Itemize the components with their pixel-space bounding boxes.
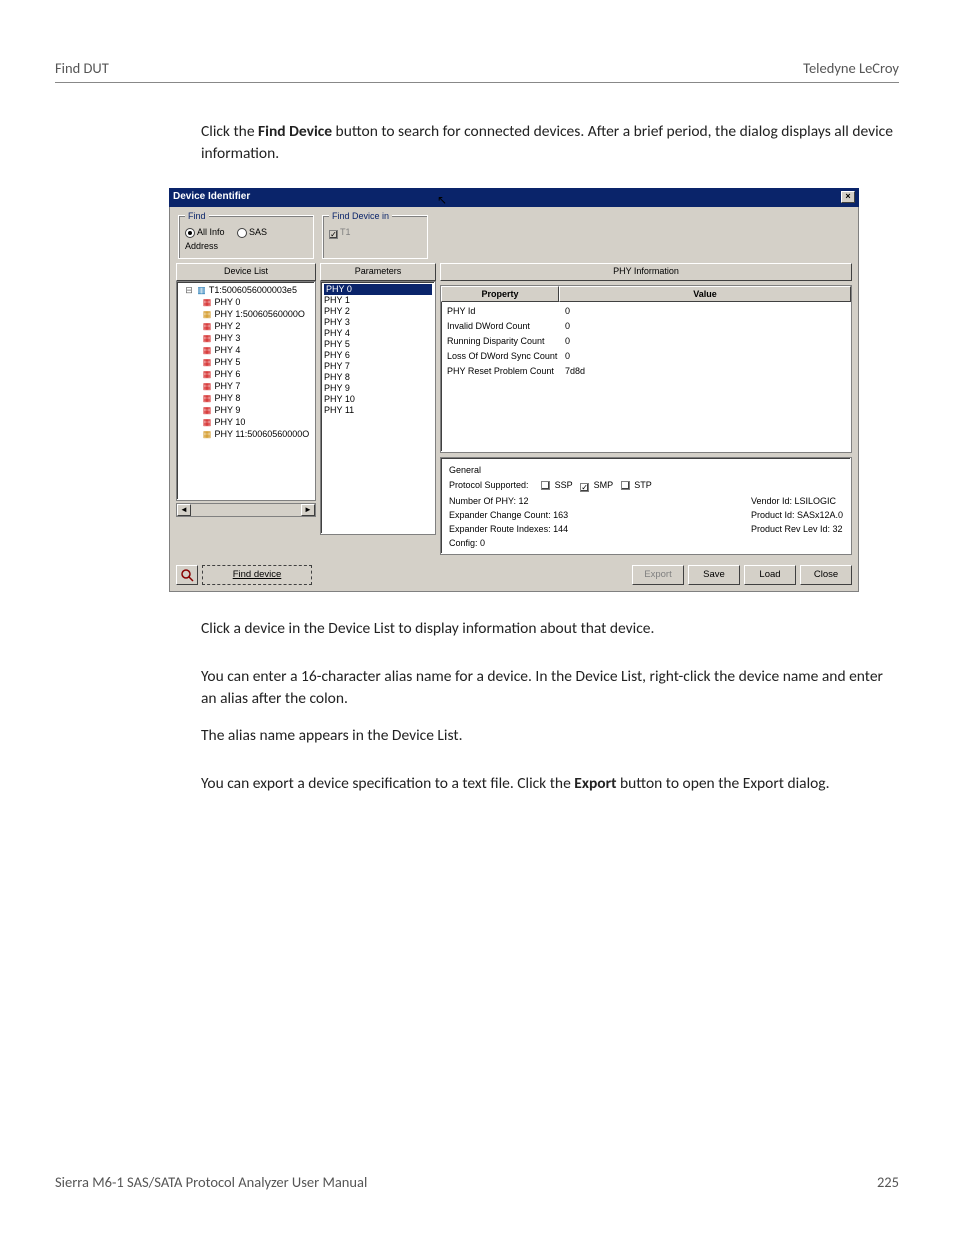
find-device-in-group: Find Device in T1 — [322, 215, 428, 258]
list-item[interactable]: PHY 11 — [324, 405, 432, 416]
list-item[interactable]: PHY 1 — [324, 295, 432, 306]
list-item[interactable]: PHY 5 — [324, 339, 432, 350]
close-icon[interactable]: × — [841, 191, 855, 203]
checkbox-stp[interactable] — [621, 481, 630, 490]
footer-page-number: 225 — [877, 1172, 899, 1193]
general-panel: General Protocol Supported: SSP SMP STP … — [440, 457, 852, 555]
parameters-list[interactable]: PHY 0 PHY 1 PHY 2 PHY 3 PHY 4 PHY 5 PHY … — [320, 281, 436, 535]
list-item[interactable]: PHY 0 — [324, 284, 432, 295]
header-right: Teledyne LeCroy — [803, 58, 899, 79]
list-item[interactable]: PHY 6 — [324, 350, 432, 361]
table-row: Invalid DWord Count0 — [447, 319, 845, 334]
dialog-titlebar: Device Identifier × — [169, 188, 859, 208]
value-column-header: Value — [559, 286, 851, 302]
checkbox-t1[interactable] — [329, 230, 338, 239]
table-row: Loss Of DWord Sync Count0 — [447, 349, 845, 364]
table-row: Running Disparity Count0 — [447, 334, 845, 349]
list-item[interactable]: PHY 10 — [324, 394, 432, 405]
device-list-header: Device List — [176, 263, 316, 281]
find-device-button[interactable]: Find device — [202, 565, 312, 585]
scroll-right-icon[interactable]: ► — [301, 504, 315, 516]
page-header: Find DUT Teledyne LeCroy — [55, 58, 899, 83]
list-item[interactable]: PHY 4 — [324, 328, 432, 339]
close-button[interactable]: Close — [800, 565, 852, 585]
find-in-legend: Find Device in — [329, 210, 392, 223]
phy-information-header: PHY Information — [440, 263, 852, 281]
parameters-header: Parameters — [320, 263, 436, 281]
page-footer: Sierra M6-1 SAS/SATA Protocol Analyzer U… — [55, 1172, 899, 1193]
export-button[interactable]: Export — [632, 565, 684, 585]
find-device-icon[interactable] — [176, 565, 198, 585]
find-group: Find All Info SAS Address — [178, 215, 314, 258]
general-legend: General — [449, 464, 843, 477]
instruction-5: You can export a device specification to… — [201, 773, 899, 795]
radio-all-info[interactable]: All Info — [185, 227, 225, 237]
property-column-header: Property — [441, 286, 559, 302]
list-item[interactable]: PHY 9 — [324, 383, 432, 394]
instruction-3: You can enter a 16-character alias name … — [201, 666, 899, 711]
find-legend: Find — [185, 210, 209, 223]
scroll-left-icon[interactable]: ◄ — [177, 504, 191, 516]
save-button[interactable]: Save — [688, 565, 740, 585]
checkbox-ssp[interactable] — [541, 481, 550, 490]
table-row: PHY Id0 — [447, 304, 845, 319]
phy-info-panel: Property Value PHY Id0 Invalid DWord Cou… — [440, 285, 852, 453]
dialog-title: Device Identifier — [173, 190, 250, 205]
table-row: PHY Reset Problem Count7d8d — [447, 364, 845, 379]
instruction-1: Click the Find Device button to search f… — [201, 121, 899, 166]
device-tree[interactable]: T1:5006056000003e5 PHY 0 PHY 1:500605600… — [176, 281, 316, 501]
instruction-2: Click a device in the Device List to dis… — [201, 618, 899, 640]
list-item[interactable]: PHY 7 — [324, 361, 432, 372]
list-item[interactable]: PHY 8 — [324, 372, 432, 383]
instruction-4: The alias name appears in the Device Lis… — [201, 725, 899, 747]
list-item[interactable]: PHY 3 — [324, 317, 432, 328]
load-button[interactable]: Load — [744, 565, 796, 585]
device-identifier-dialog: Device Identifier × ↖ Find All Info SAS … — [169, 188, 859, 592]
list-item[interactable]: PHY 2 — [324, 306, 432, 317]
tree-scrollbar[interactable]: ◄ ► — [176, 503, 316, 517]
cursor-icon: ↖ — [437, 192, 447, 209]
footer-left: Sierra M6-1 SAS/SATA Protocol Analyzer U… — [55, 1172, 367, 1193]
header-left: Find DUT — [55, 58, 109, 79]
checkbox-smp[interactable] — [580, 483, 589, 492]
